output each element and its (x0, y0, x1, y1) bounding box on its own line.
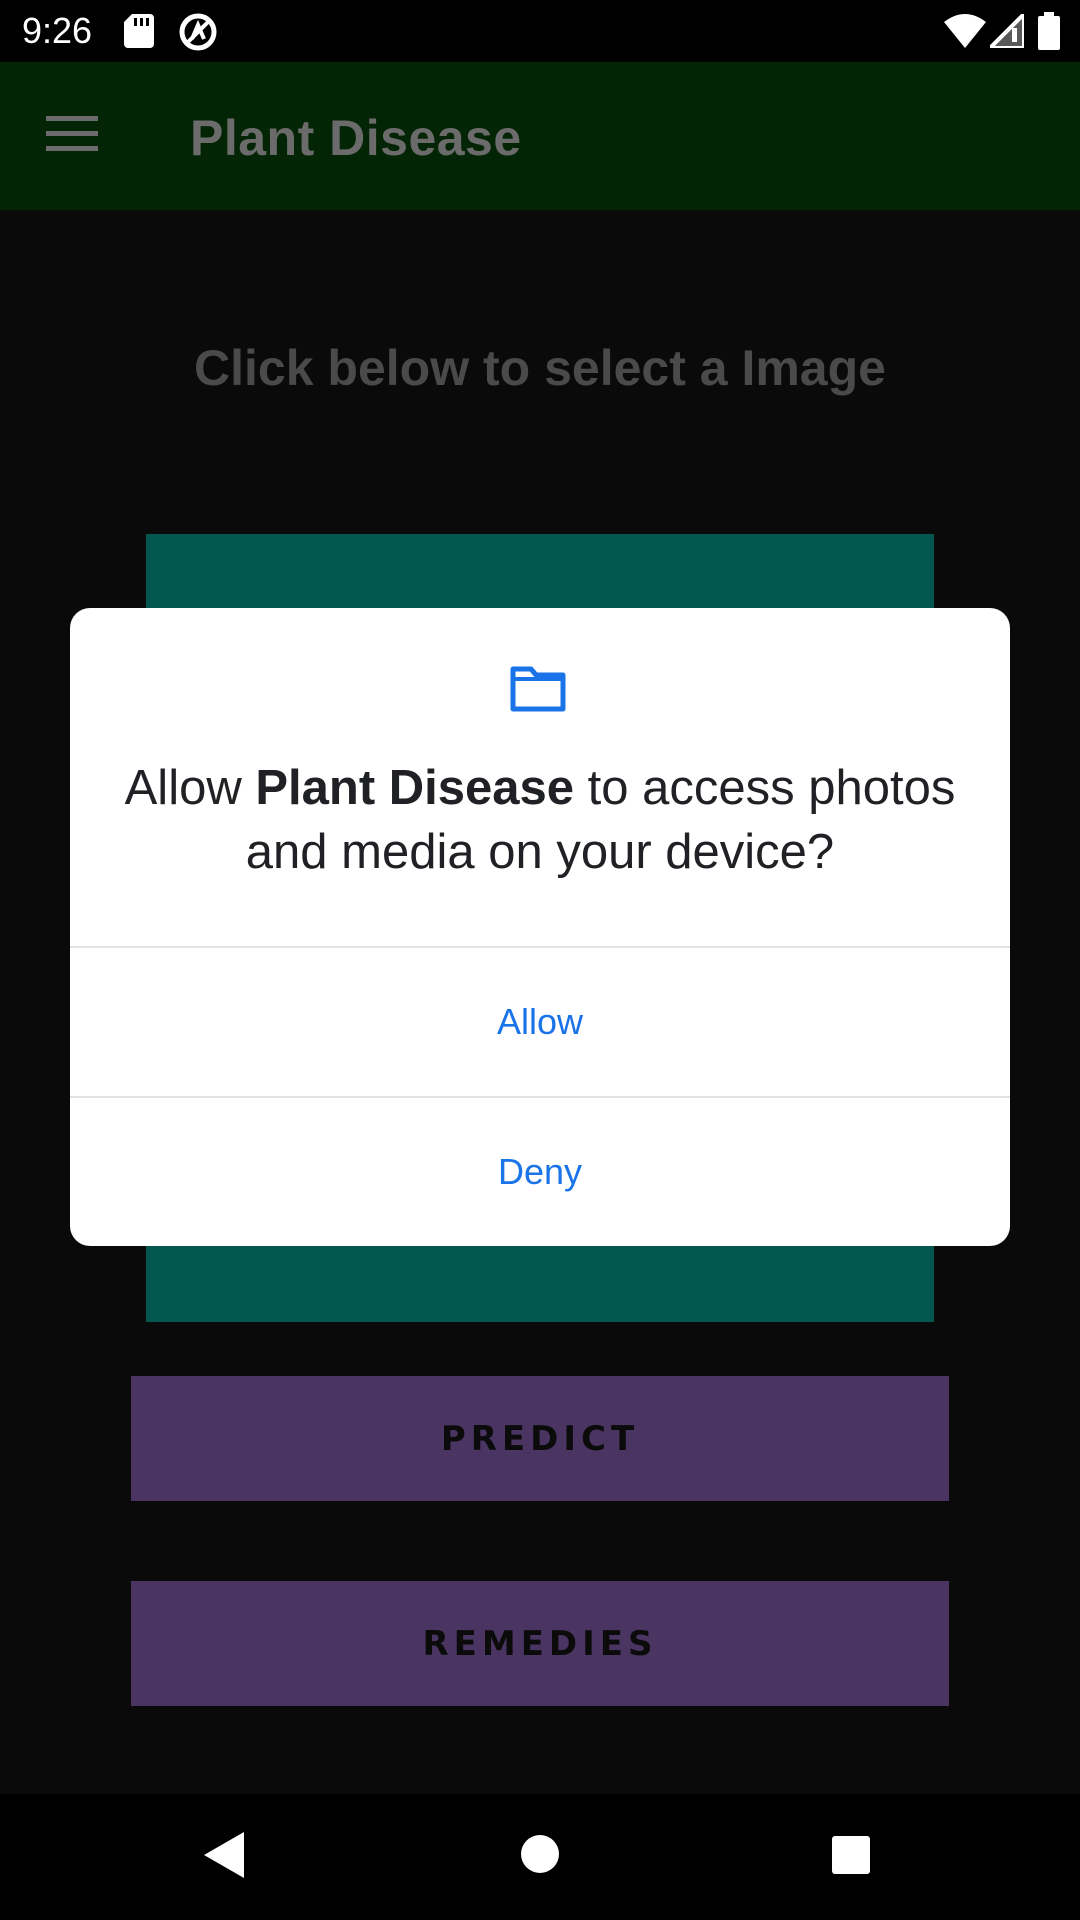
menu-icon[interactable] (46, 114, 98, 154)
navigation-bar (0, 1794, 1080, 1920)
cell-signal-icon (985, 9, 1026, 53)
app-title: Plant Disease (190, 110, 522, 166)
permission-message: Allow Plant Disease to access photos and… (110, 756, 970, 884)
status-time: 9:26 (22, 10, 93, 51)
recents-icon[interactable] (832, 1836, 870, 1879)
permission-dialog: Allow Plant Disease to access photos and… (70, 608, 1010, 1246)
message-prefix: Allow (124, 761, 256, 815)
sd-card-icon (124, 14, 154, 53)
message-app-name: Plant Disease (255, 761, 575, 815)
deny-button[interactable]: Deny (70, 1098, 1010, 1246)
predict-button[interactable]: PREDICT (131, 1376, 949, 1501)
select-image-instruction: Click below to select a Image (194, 340, 886, 396)
wifi-icon (944, 14, 986, 53)
folder-icon (510, 666, 570, 718)
data-saver-icon (178, 12, 218, 57)
app-bar: Plant Disease (0, 62, 1080, 210)
screen: 9:26 Plant Disease Click below to select… (0, 0, 1080, 1920)
allow-button[interactable]: Allow (70, 948, 1010, 1096)
status-bar: 9:26 (0, 0, 1080, 62)
battery-icon (1038, 12, 1060, 55)
back-icon[interactable] (204, 1832, 244, 1883)
remedies-button[interactable]: REMEDIES (131, 1581, 949, 1706)
home-icon[interactable] (520, 1834, 560, 1879)
